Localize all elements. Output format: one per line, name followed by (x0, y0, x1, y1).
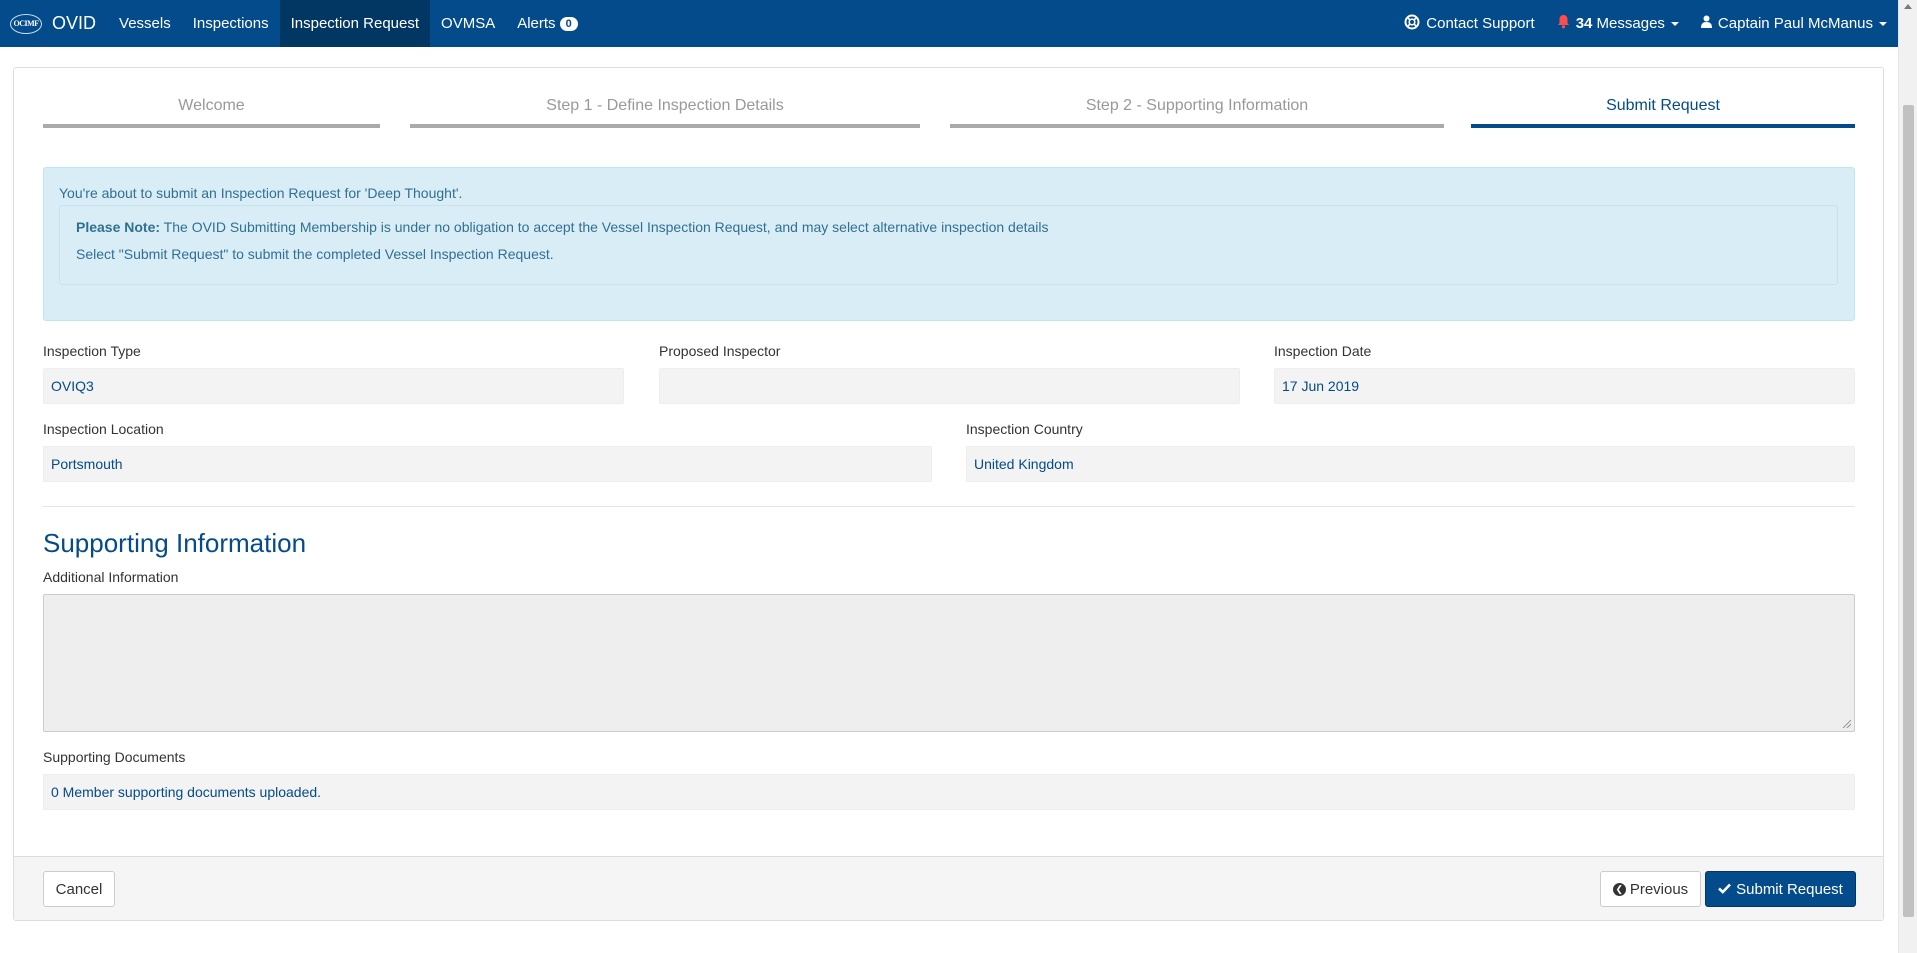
submit-request-label: Submit Request (1736, 880, 1843, 898)
resize-grip (1843, 720, 1851, 728)
bell-icon (1557, 14, 1570, 33)
brand-name: OVID (52, 13, 97, 33)
note-prefix: Please Note: (76, 219, 161, 235)
supporting-information-heading: Supporting Information (43, 528, 307, 558)
alerts-count-badge: 0 (559, 16, 578, 31)
inspection-location-label: Inspection Location (43, 421, 164, 437)
step-define-details[interactable]: Step 1 - Define Inspection Details (410, 88, 920, 128)
check-icon (1718, 881, 1732, 898)
alert-note-well: Please Note: The OVID Submitting Members… (59, 205, 1838, 285)
scrollbar-thumb[interactable] (1903, 105, 1914, 917)
alert-intro-text: You're about to submit an Inspection Req… (59, 185, 463, 201)
submit-request-button[interactable]: Submit Request (1705, 871, 1856, 907)
note-text: The OVID Submitting Membership is under … (160, 219, 1049, 235)
proposed-inspector-label: Proposed Inspector (659, 343, 781, 359)
nav-vessels[interactable]: Vessels (108, 0, 182, 47)
inspection-country-value: United Kingdom (966, 446, 1855, 482)
user-name: Captain Paul McManus (1717, 15, 1873, 32)
wizard-footer: Cancel ❮ Previous Submit Request (14, 856, 1883, 920)
nav-ovmsa[interactable]: OVMSA (430, 0, 506, 47)
inspection-country-label: Inspection Country (966, 421, 1083, 437)
inspection-date-value: 17 Jun 2019 (1274, 368, 1855, 404)
alert-note-line: Please Note: The OVID Submitting Members… (76, 219, 1049, 235)
messages-label: Messages (1596, 15, 1665, 32)
user-icon (1700, 15, 1712, 32)
nav-alerts[interactable]: Alerts 0 (506, 0, 588, 47)
inspection-date-label: Inspection Date (1274, 343, 1372, 359)
cancel-button[interactable]: Cancel (43, 871, 115, 907)
step-submit-request[interactable]: Submit Request (1471, 88, 1855, 128)
user-menu[interactable]: Captain Paul McManus (1690, 0, 1898, 47)
wizard-panel: Welcome Step 1 - Define Inspection Detai… (13, 67, 1884, 921)
supporting-documents-label: Supporting Documents (43, 749, 186, 765)
section-divider (43, 506, 1855, 507)
step-supporting-information[interactable]: Step 2 - Supporting Information (950, 88, 1444, 128)
ocimf-logo: OCIMF (10, 13, 42, 34)
nav-right: Contact Support 34 Messages Captain Paul… (1393, 0, 1898, 47)
lifebuoy-icon (1404, 14, 1420, 34)
page-scrollbar[interactable] (1898, 0, 1917, 953)
previous-label: Previous (1629, 880, 1689, 898)
nav-inspection-request[interactable]: Inspection Request (279, 0, 431, 47)
inspection-location-value: Portsmouth (43, 446, 932, 482)
nav-inspections[interactable]: Inspections (182, 0, 280, 47)
resize-grip-icon[interactable] (1843, 720, 1851, 728)
chevron-down-icon (1670, 21, 1679, 26)
inspection-type-label: Inspection Type (43, 343, 141, 359)
brand[interactable]: OCIMF OVID (0, 0, 108, 47)
chevron-circle-left-icon: ❮ (1612, 882, 1626, 896)
contact-support-link[interactable]: Contact Support (1393, 0, 1545, 47)
inspection-type-value: OVIQ3 (43, 368, 624, 404)
submit-info-alert: You're about to submit an Inspection Req… (43, 167, 1855, 321)
scroll-up-arrow-icon[interactable] (1904, 4, 1912, 9)
previous-button[interactable]: ❮ Previous (1600, 871, 1701, 907)
supporting-documents-value: 0 Member supporting documents uploaded. (43, 774, 1855, 810)
chevron-down-icon (1879, 21, 1887, 26)
alert-instruction-text: Select "Submit Request" to submit the co… (76, 246, 554, 262)
additional-information-label: Additional Information (43, 569, 179, 585)
step-welcome[interactable]: Welcome (43, 88, 380, 128)
contact-support-label: Contact Support (1426, 15, 1535, 32)
additional-information-textarea[interactable] (43, 594, 1855, 732)
nav-alerts-label: Alerts (517, 15, 556, 32)
proposed-inspector-value (659, 368, 1240, 404)
messages-count: 34 (1575, 15, 1593, 32)
messages-dropdown[interactable]: 34 Messages (1546, 0, 1690, 47)
top-navbar: OCIMF OVID Vessels Inspections Inspectio… (0, 0, 1898, 47)
wizard-steps: Welcome Step 1 - Define Inspection Detai… (43, 88, 1855, 128)
